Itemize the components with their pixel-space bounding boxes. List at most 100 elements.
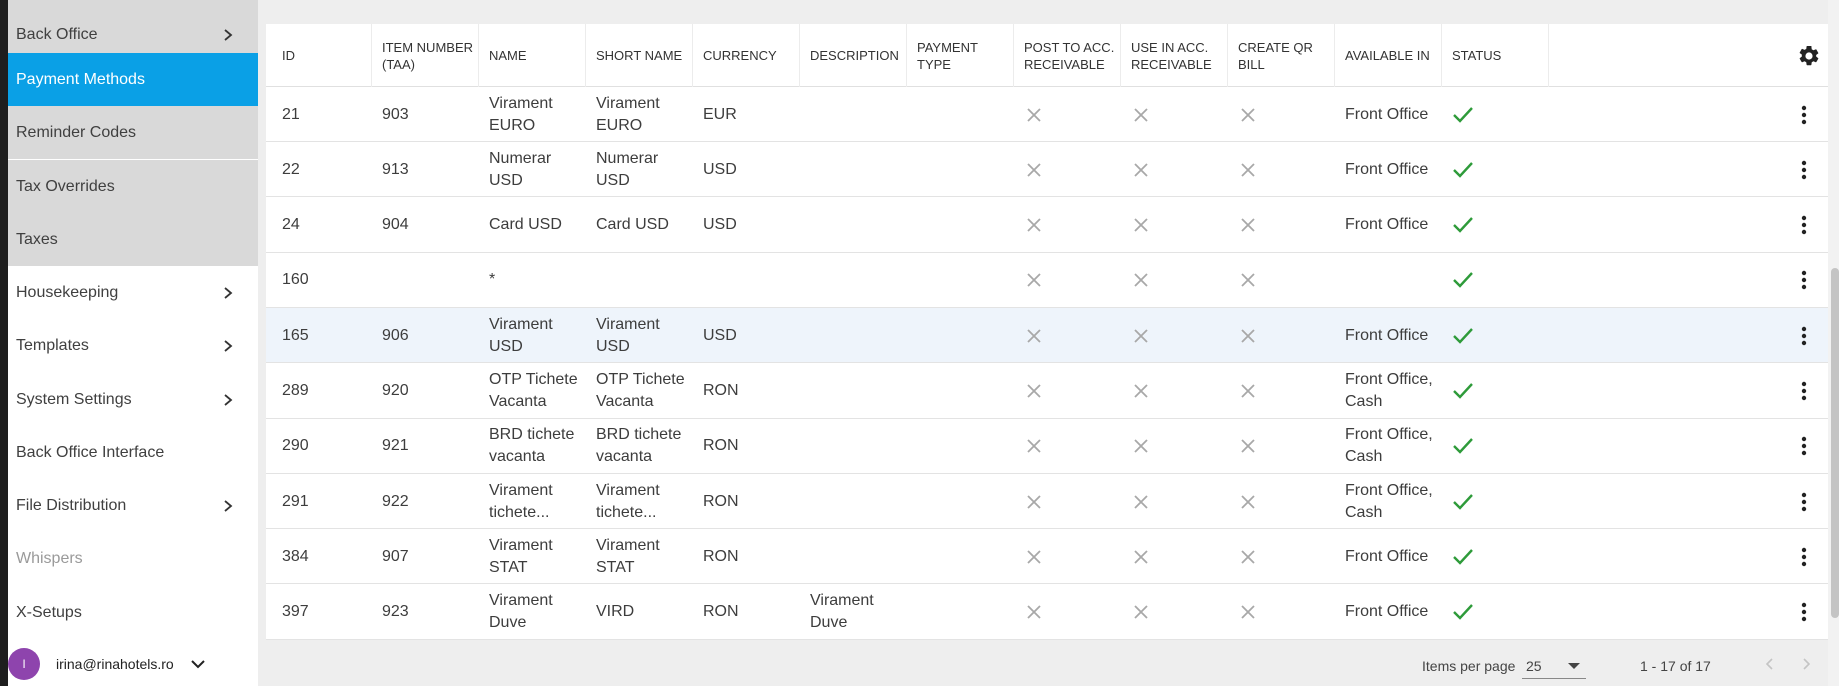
cell-text: Virament tichete...: [489, 481, 553, 521]
cell-text: 921: [382, 437, 409, 455]
col-header-short-name[interactable]: SHORT NAME: [586, 24, 693, 87]
more-vert-icon: [1801, 160, 1807, 179]
row-actions-button[interactable]: [1791, 474, 1821, 529]
chevron-right-icon: [222, 339, 234, 353]
user-menu[interactable]: Iirina@rinahotels.ro: [8, 642, 258, 686]
cell-item-number: 920: [372, 364, 479, 419]
cell-short-name: BRD tichete vacanta: [586, 419, 693, 474]
sidebar-item-housekeeping[interactable]: Housekeeping: [8, 266, 258, 319]
col-header-id[interactable]: ID: [266, 24, 372, 87]
cell-currency: EUR: [693, 87, 800, 142]
cell-text: RON: [703, 603, 739, 621]
col-header-description[interactable]: DESCRIPTION: [800, 24, 907, 87]
cell-text: Virament EURO: [596, 94, 660, 134]
cell-text: 920: [382, 382, 409, 399]
sidebar-item-reminder-codes[interactable]: Reminder Codes: [8, 106, 258, 159]
cell-id: 160: [266, 253, 372, 308]
col-header-create-qr[interactable]: CREATE QR BILL: [1228, 24, 1335, 87]
table-row[interactable]: 160 *: [266, 253, 1830, 308]
row-actions-button[interactable]: [1791, 308, 1821, 363]
sidebar-item-x-setups[interactable]: X-Setups: [8, 586, 258, 639]
sidebar-item-tax-overrides[interactable]: Tax Overrides: [8, 160, 258, 213]
cell-short-name: Card USD: [586, 198, 693, 253]
col-header-name[interactable]: NAME: [479, 24, 586, 87]
cell-item-number: 904: [372, 198, 479, 253]
cell-text: Virament Duve: [810, 592, 874, 632]
cell-name: BRD tichete vacanta: [479, 419, 586, 474]
cell-available-in: Front Office, Cash: [1335, 364, 1442, 419]
sidebar-item-payment-methods[interactable]: Payment Methods: [8, 53, 258, 106]
col-header-item-number[interactable]: ITEM NUMBER (TAA): [372, 24, 479, 87]
cell-description: [800, 529, 907, 584]
table-row[interactable]: 21 903 Virament EURO Virament EURO EUR Front …: [266, 87, 1830, 142]
row-actions-button[interactable]: [1791, 198, 1821, 253]
cell-text: 290: [282, 437, 309, 455]
sidebar-item-label: Whispers: [16, 549, 83, 567]
table-row[interactable]: 22 913 Numerar USD Numerar USD USD Front Offi…: [266, 142, 1830, 198]
more-vert-icon: [1801, 602, 1807, 622]
close-icon: [1027, 439, 1041, 453]
table-row[interactable]: 384 907 Virament STAT Virament STAT RON Front…: [266, 529, 1830, 585]
table-row[interactable]: 397 923 Virament Duve VIRD RON Virament Duve F…: [266, 585, 1830, 640]
cell-item-number: 923: [372, 585, 479, 640]
table-row[interactable]: 290 921 BRD tichete vacanta BRD tichete vac…: [266, 419, 1830, 474]
sidebar-item-whispers[interactable]: Whispers: [8, 532, 258, 585]
sidebar-item-templates[interactable]: Templates: [8, 319, 258, 372]
row-actions-button[interactable]: [1791, 529, 1821, 584]
cell-text: Numerar USD: [596, 149, 659, 189]
cell-post-to-acc: [1016, 585, 1123, 640]
row-actions-button[interactable]: [1791, 585, 1821, 640]
sidebar-item-back-office-interface[interactable]: Back Office Interface: [8, 426, 258, 479]
cell-text: USD: [703, 216, 737, 234]
cell-id: 289: [266, 364, 372, 419]
cell-text: 907: [382, 547, 409, 565]
more-vert-icon: [1801, 547, 1807, 567]
cell-status: [1442, 142, 1549, 197]
cell-text: Card USD: [489, 216, 562, 234]
scrollbar-thumb[interactable]: [1831, 268, 1839, 618]
previous-page-button[interactable]: [1762, 656, 1778, 672]
close-icon: [1027, 384, 1041, 398]
col-header-post-to-acc[interactable]: POST TO ACC. RECEIVABLE: [1014, 24, 1121, 87]
cell-payment-type: [907, 585, 1014, 640]
cell-description: [800, 474, 907, 529]
cell-payment-type: [907, 87, 1014, 142]
row-actions-button[interactable]: [1791, 142, 1821, 197]
cell-available-in: Front Office: [1335, 198, 1442, 253]
cell-payment-type: [907, 142, 1014, 197]
sidebar-item-system-settings[interactable]: System Settings: [8, 373, 258, 426]
chevron-right-icon: [222, 499, 234, 513]
table-row[interactable]: 24 904 Card USD Card USD USD Front Office: [266, 198, 1830, 253]
row-actions-button[interactable]: [1791, 364, 1821, 419]
sidebar-item-label: Payment Methods: [16, 70, 145, 88]
close-icon: [1241, 550, 1255, 564]
close-icon: [1134, 439, 1148, 453]
row-actions-button[interactable]: [1791, 253, 1821, 308]
col-header-use-in-acc[interactable]: USE IN ACC. RECEIVABLE: [1121, 24, 1228, 87]
cell-short-name: Numerar USD: [586, 142, 693, 197]
check-icon: [1453, 272, 1473, 289]
col-header-payment-type[interactable]: PAYMENT TYPE: [907, 24, 1014, 87]
cell-text: Card USD: [596, 216, 669, 234]
close-icon: [1134, 550, 1148, 564]
table-settings-button[interactable]: [1549, 24, 1830, 87]
col-header-currency[interactable]: CURRENCY: [693, 24, 800, 87]
row-actions-button[interactable]: [1791, 419, 1821, 474]
next-page-button[interactable]: [1798, 656, 1814, 672]
table-row[interactable]: 291 922 Virament tichete... Virament tichet…: [266, 474, 1830, 530]
more-vert-icon: [1801, 105, 1807, 124]
cell-text: 21: [282, 105, 300, 123]
cell-short-name: Virament EURO: [586, 87, 693, 142]
table-row[interactable]: 289 920 OTP Tichete Vacanta OTP Tichete Vac…: [266, 364, 1830, 419]
items-per-page-select[interactable]: 25: [1522, 653, 1586, 679]
close-icon: [1134, 163, 1148, 177]
sidebar-item-taxes[interactable]: Taxes: [8, 213, 258, 266]
cell-text: Front Office, Cash: [1345, 481, 1433, 521]
col-header-available-in[interactable]: AVAILABLE IN: [1335, 24, 1442, 87]
table-row[interactable]: 165 906 Virament USD Virament USD USD Front O…: [266, 308, 1830, 364]
cell-payment-type: [907, 529, 1014, 584]
sidebar-item-file-distribution[interactable]: File Distribution: [8, 479, 258, 532]
row-actions-button[interactable]: [1791, 87, 1821, 142]
cell-status: [1442, 529, 1549, 584]
col-header-status[interactable]: STATUS: [1442, 24, 1549, 87]
